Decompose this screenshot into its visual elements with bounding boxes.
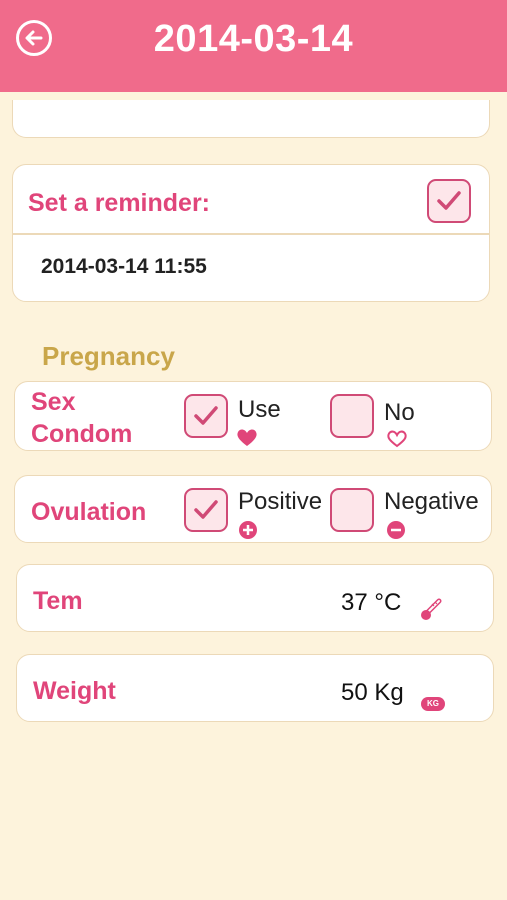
- reminder-datetime[interactable]: 2014-03-14 11:55: [41, 255, 207, 279]
- weight-value[interactable]: 50 Kg: [341, 679, 404, 707]
- use-option-label: Use: [238, 396, 281, 423]
- use-checkbox[interactable]: [184, 394, 228, 438]
- checkmark-icon: [437, 191, 461, 210]
- divider: [13, 233, 489, 235]
- filled-heart-icon: [237, 429, 257, 446]
- thermometer-icon: [421, 598, 442, 620]
- minus-circle-icon: [387, 521, 405, 539]
- reminder-checkbox[interactable]: [427, 179, 471, 223]
- weight-label: Weight: [33, 677, 116, 705]
- ovulation-card: Ovulation Positive Negative: [14, 475, 492, 543]
- reminder-label: Set a reminder:: [28, 189, 211, 217]
- negative-option-label: Negative: [384, 488, 479, 515]
- no-option-label: No: [384, 399, 415, 426]
- kg-badge-icon: KG: [421, 697, 445, 711]
- top-bar: 2014-03-14: [0, 0, 507, 96]
- temperature-label: Tem: [33, 587, 83, 615]
- temperature-value[interactable]: 37 °C: [341, 589, 401, 617]
- pregnancy-section-title: Pregnancy: [42, 341, 175, 371]
- negative-checkbox[interactable]: [330, 488, 374, 532]
- outline-heart-icon: [387, 430, 407, 448]
- plus-circle-icon: [239, 521, 257, 539]
- condom-label: Condom: [31, 420, 133, 448]
- checkmark-icon: [194, 500, 218, 519]
- ovulation-label: Ovulation: [31, 498, 147, 526]
- reminder-card: Set a reminder: 2014-03-14 11:55: [12, 164, 490, 302]
- positive-checkbox[interactable]: [184, 488, 228, 532]
- sex-condom-card: Sex Condom Use No: [14, 381, 492, 451]
- sex-label: Sex: [31, 388, 76, 416]
- page-title: 2014-03-14: [153, 18, 354, 60]
- checkmark-icon: [194, 406, 218, 425]
- no-checkbox[interactable]: [330, 394, 374, 438]
- positive-option-label: Positive: [238, 488, 323, 515]
- previous-card: [12, 100, 490, 138]
- weight-card[interactable]: Weight 50 Kg KG: [16, 654, 494, 722]
- temperature-card[interactable]: Tem 37 °C: [16, 564, 494, 632]
